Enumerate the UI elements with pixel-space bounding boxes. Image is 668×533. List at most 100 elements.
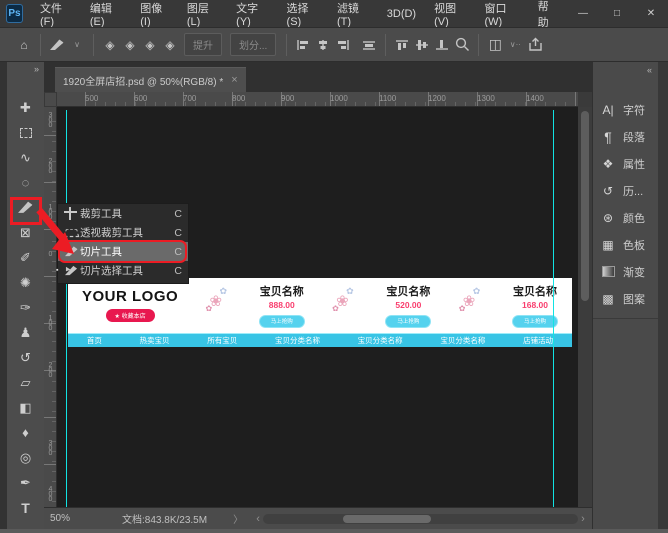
separator (93, 34, 94, 56)
ruler-label: 200 (47, 158, 54, 173)
workspace-icon[interactable]: ◫ (485, 33, 505, 57)
menu-window[interactable]: 窗口(W) (476, 0, 529, 27)
panel-tab-paragraph[interactable]: ¶ 段落 (593, 123, 658, 150)
panel-label: 段落 (623, 129, 645, 145)
product-card: 宝贝名称 520.00 马上抢购 (385, 283, 431, 328)
product-card: 宝贝名称 888.00 马上抢购 (259, 283, 305, 328)
slice-tool-current-icon[interactable] (47, 33, 67, 57)
horizontal-ruler[interactable]: 500 600 700 800 900 1000 1100 1200 1300 … (57, 92, 578, 107)
vertical-scrollbar-thumb[interactable] (581, 111, 589, 301)
align-bottom-icon[interactable] (432, 33, 452, 57)
maximize-icon[interactable]: □ (600, 3, 634, 25)
blur-tool[interactable]: ♦ (7, 420, 44, 445)
panel-tab-swatches[interactable]: ▦ 色板 (593, 231, 658, 258)
store-logo-text: YOUR LOGO (82, 288, 178, 305)
clone-stamp-tool[interactable]: ♟ (7, 320, 44, 345)
marquee-tool[interactable] (7, 120, 44, 145)
menu-select[interactable]: 选择(S) (278, 0, 328, 27)
nav-item: 首页 (87, 335, 102, 346)
chevron-down-icon[interactable]: ∨ (67, 33, 87, 57)
slice-badge-icon-2: ◈ (120, 33, 140, 57)
favorite-store-badge: ★ 收藏本店 (106, 309, 155, 322)
home-icon[interactable]: ⌂ (14, 33, 34, 57)
lasso-tool[interactable]: ∿ (7, 145, 44, 170)
photoshop-logo-icon: Ps (6, 4, 23, 23)
brush-tool[interactable]: ✑ (7, 295, 44, 320)
menu-view[interactable]: 视图(V) (425, 0, 475, 27)
horizontal-scrollbar-thumb[interactable] (343, 515, 431, 523)
document-tab[interactable]: 1920全屏店招.psd @ 50%(RGB/8) * × (55, 67, 246, 92)
scroll-right-icon[interactable]: › (578, 513, 588, 525)
share-export-icon[interactable] (525, 33, 545, 57)
panel-tab-color[interactable]: ⊛ 颜色 (593, 204, 658, 231)
toolbar: » ✚ ∿ ◌ ⊠ ✐ ✺ ✑ ♟ ↺ ▱ ◧ ♦ ◎ ✒ T (7, 62, 44, 533)
menu-item-slice-select-tool[interactable]: ▪ 切片选择工具 C (58, 261, 188, 280)
more-options-icon[interactable]: ∨·· (505, 33, 525, 57)
ruler-label: 700 (183, 94, 196, 103)
align-center-horizontal-icon[interactable] (313, 33, 333, 57)
slice-badge-icon-1: ◈ (100, 33, 120, 57)
object-selection-icon: ◌ (22, 176, 30, 189)
banner-nav-bar: 首页 热卖宝贝 所有宝贝 宝贝分类名称 宝贝分类名称 宝贝分类名称 店铺活动 (68, 333, 572, 347)
distribute-vertical-icon[interactable] (412, 33, 432, 57)
horizontal-scrollbar[interactable]: ‹ › (253, 512, 588, 526)
panel-tab-character[interactable]: A| 字符 (593, 96, 658, 123)
type-tool[interactable]: T (7, 495, 44, 520)
divide-button[interactable]: 划分... (230, 33, 276, 56)
product-price: 168.00 (512, 300, 558, 310)
menu-item-shortcut: C (174, 227, 182, 239)
pen-icon: ✒ (20, 476, 31, 489)
history-brush-icon: ↺ (20, 351, 31, 364)
align-middle-icon[interactable] (359, 33, 379, 57)
marquee-icon (20, 128, 32, 138)
align-left-icon[interactable] (293, 33, 313, 57)
vertical-scrollbar[interactable] (578, 107, 592, 507)
panel-label: 历... (623, 183, 643, 199)
panel-label: 色板 (623, 237, 645, 253)
history-brush-tool[interactable]: ↺ (7, 345, 44, 370)
ruler-label: 600 (134, 94, 147, 103)
search-icon[interactable] (452, 33, 472, 57)
gradient-bucket-tool[interactable]: ◧ (7, 395, 44, 420)
frame-icon: ⊠ (20, 226, 31, 239)
close-icon[interactable]: ✕ (634, 3, 668, 25)
status-chevron-icon[interactable]: 〉 (233, 511, 243, 526)
menu-item-shortcut: C (174, 208, 182, 220)
menu-filter[interactable]: 滤镜(T) (328, 0, 378, 27)
align-right-icon[interactable] (333, 33, 353, 57)
store-logo-block: YOUR LOGO ★ 收藏本店 (82, 288, 178, 323)
eraser-tool[interactable]: ▱ (7, 370, 44, 395)
move-tool[interactable]: ✚ (7, 95, 44, 120)
panel-tab-gradients[interactable]: 渐变 (593, 258, 658, 285)
healing-brush-tool[interactable]: ✺ (7, 270, 44, 295)
scroll-left-icon[interactable]: ‹ (253, 513, 263, 525)
menu-type[interactable]: 文字(Y) (227, 0, 277, 27)
product-card: 宝贝名称 168.00 马上抢购 (512, 283, 558, 328)
horizontal-scrollbar-track[interactable] (263, 514, 578, 524)
menu-layer[interactable]: 图层(L) (178, 0, 227, 27)
panel-tab-patterns[interactable]: ▩ 图案 (593, 285, 658, 312)
menu-3d[interactable]: 3D(D) (378, 0, 425, 27)
menu-help[interactable]: 帮助 (529, 0, 566, 27)
toolbar-collapse-icon[interactable]: » (7, 62, 44, 78)
menu-edit[interactable]: 编辑(E) (81, 0, 131, 27)
dodge-tool[interactable]: ◎ (7, 445, 44, 470)
character-panel-icon: A| (593, 103, 623, 117)
menu-image[interactable]: 图像(I) (131, 0, 178, 27)
promote-button[interactable]: 提升 (184, 33, 222, 56)
blur-icon: ♦ (22, 426, 29, 439)
slice-badge-icon-4: ◈ (160, 33, 180, 57)
menu-file[interactable]: 文件(F) (31, 0, 81, 27)
zoom-level-field[interactable]: 50% (50, 513, 70, 524)
pen-tool[interactable]: ✒ (7, 470, 44, 495)
tab-close-icon[interactable]: × (231, 74, 237, 86)
align-top-icon[interactable] (392, 33, 412, 57)
object-selection-tool[interactable]: ◌ (7, 170, 44, 195)
panel-tab-properties[interactable]: ❖ 属性 (593, 150, 658, 177)
vertical-ruler[interactable]: 300 200 100 0 100 200 300 400 (44, 107, 57, 507)
type-icon: T (21, 501, 30, 515)
panel-tab-history[interactable]: ↺ 历... (593, 177, 658, 204)
minimize-icon[interactable]: — (566, 3, 600, 25)
panel-collapse-icon[interactable]: « (593, 62, 658, 80)
nav-item: 热卖宝贝 (140, 335, 170, 346)
